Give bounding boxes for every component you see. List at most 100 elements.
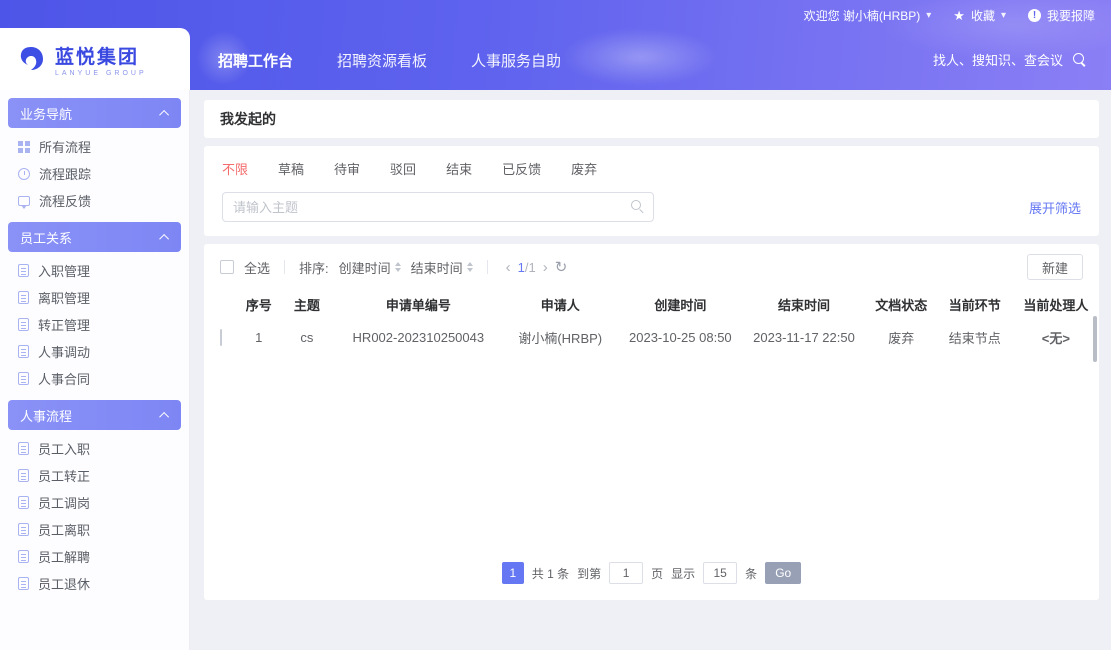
chat-icon: [18, 196, 30, 206]
cell-current-handler: <无>: [1013, 320, 1099, 354]
subject-search-input[interactable]: [222, 192, 654, 222]
nav-tab-hr-self-service[interactable]: 人事服务自助: [469, 46, 563, 75]
col-seq: 序号: [238, 288, 279, 320]
divider: [487, 260, 488, 274]
welcome-text[interactable]: 欢迎您 谢小楠(HRBP): [804, 7, 921, 24]
document-icon: [18, 345, 29, 358]
sidebar-item-all-processes[interactable]: 所有流程: [0, 133, 189, 160]
clock-icon: [18, 168, 30, 180]
nav-tab-recruit-workbench[interactable]: 招聘工作台: [216, 46, 295, 75]
sidebar-item-hr-contract[interactable]: 人事合同: [0, 365, 189, 392]
col-subject: 主题: [279, 288, 335, 320]
sidebar-group-business-nav[interactable]: 业务导航: [8, 98, 181, 128]
logo-title: 蓝悦集团: [55, 42, 147, 69]
page-number-button[interactable]: 1: [502, 562, 524, 584]
pagination: 1 共 1 条 到第 页 显示 条 Go: [204, 562, 1099, 600]
document-icon: [18, 469, 29, 482]
cell-end-time: 2023-11-17 22:50: [742, 320, 866, 354]
scrollbar-thumb[interactable]: [1093, 316, 1097, 362]
sidebar-item-label: 员工转正: [38, 466, 90, 485]
main-content: 我发起的 不限 草稿 待审 驳回 结束 已反馈 废弃 展开筛选 全选 排序: 创: [190, 90, 1111, 650]
sidebar-item-probation-mgmt[interactable]: 转正管理: [0, 311, 189, 338]
report-issue-link[interactable]: 我要报障: [1047, 7, 1095, 24]
sidebar-item-employee-resignation[interactable]: 员工离职: [0, 516, 189, 543]
sidebar-item-hr-transfer[interactable]: 人事调动: [0, 338, 189, 365]
header-user-bar: 欢迎您 谢小楠(HRBP) ▾ ★ 收藏 ▾ ! 我要报障: [804, 7, 1095, 24]
filter-tab-discarded[interactable]: 废弃: [571, 159, 597, 178]
sidebar-item-onboarding-mgmt[interactable]: 入职管理: [0, 257, 189, 284]
col-create-time: 创建时间: [619, 288, 743, 320]
next-page-icon[interactable]: ›: [543, 259, 548, 276]
select-all-label: 全选: [244, 258, 270, 277]
go-button[interactable]: Go: [765, 562, 801, 584]
refresh-icon[interactable]: ↻: [555, 258, 568, 276]
document-icon: [18, 264, 29, 277]
sidebar-item-label: 转正管理: [38, 315, 90, 334]
sidebar-group-employee-relations[interactable]: 员工关系: [8, 222, 181, 252]
search-icon[interactable]: [631, 200, 645, 214]
filter-tab-pending[interactable]: 待审: [334, 159, 360, 178]
page-size-input[interactable]: [703, 562, 737, 584]
list-toolbar: 全选 排序: 创建时间 结束时间 ‹ 1/1 › ↻ 新建: [204, 244, 1099, 288]
filter-tab-feedbacked[interactable]: 已反馈: [502, 159, 541, 178]
logo-icon: [16, 44, 46, 74]
chevron-up-icon: [159, 233, 169, 243]
sidebar-item-process-feedback[interactable]: 流程反馈: [0, 187, 189, 214]
sidebar-item-label: 员工离职: [38, 520, 90, 539]
search-icon[interactable]: [1073, 53, 1087, 67]
cell-current-step: 结束节点: [937, 320, 1013, 354]
sidebar-item-employee-onboarding[interactable]: 员工入职: [0, 435, 189, 462]
filter-tab-unlimited[interactable]: 不限: [222, 159, 248, 178]
chevron-up-icon: [159, 109, 169, 119]
sidebar-group-title: 业务导航: [20, 104, 72, 123]
nav-tab-recruit-dashboard[interactable]: 招聘资源看板: [335, 46, 429, 75]
cell-doc-status: 废弃: [866, 320, 937, 354]
sidebar-item-label: 员工入职: [38, 439, 90, 458]
sidebar-item-process-tracking[interactable]: 流程跟踪: [0, 160, 189, 187]
sidebar-item-employee-probation[interactable]: 员工转正: [0, 462, 189, 489]
filter-card: 不限 草稿 待审 驳回 结束 已反馈 废弃 展开筛选: [204, 146, 1099, 236]
sidebar-item-label: 员工解聘: [38, 547, 90, 566]
sidebar-group-title: 人事流程: [20, 406, 72, 425]
sidebar-item-label: 人事调动: [38, 342, 90, 361]
filter-tab-rejected[interactable]: 驳回: [390, 159, 416, 178]
page-jump-input[interactable]: [609, 562, 643, 584]
global-search[interactable]: 找人、搜知识、查会议: [933, 50, 1087, 69]
expand-filter-link[interactable]: 展开筛选: [1029, 198, 1081, 217]
sidebar-item-employee-dismissal[interactable]: 员工解聘: [0, 543, 189, 570]
col-end-time: 结束时间: [742, 288, 866, 320]
sort-label: 排序:: [299, 258, 329, 277]
logo-subtitle: LANYUE GROUP: [55, 70, 147, 77]
col-applicant: 申请人: [502, 288, 619, 320]
grid-icon: [18, 141, 30, 153]
sidebar-item-resignation-mgmt[interactable]: 离职管理: [0, 284, 189, 311]
favorite-link[interactable]: 收藏: [971, 7, 995, 24]
sort-by-end-time[interactable]: 结束时间: [411, 258, 473, 277]
pagination-page-unit: 页: [651, 565, 663, 582]
chevron-down-icon: ▾: [926, 10, 931, 21]
process-table: 序号 主题 申请单编号 申请人 创建时间 结束时间 文档状态 当前环节 当前处理…: [204, 288, 1099, 354]
sidebar-group-hr-process[interactable]: 人事流程: [8, 400, 181, 430]
table-row[interactable]: 1 cs HR002-202310250043 谢小楠(HRBP) 2023-1…: [204, 320, 1099, 354]
col-current-handler: 当前处理人: [1013, 288, 1099, 320]
col-current-step: 当前环节: [937, 288, 1013, 320]
sidebar-group-title: 员工关系: [20, 228, 72, 247]
sidebar-item-employee-transfer[interactable]: 员工调岗: [0, 489, 189, 516]
table-header-row: 序号 主题 申请单编号 申请人 创建时间 结束时间 文档状态 当前环节 当前处理…: [204, 288, 1099, 320]
current-page: 1: [518, 260, 525, 275]
document-icon: [18, 550, 29, 563]
prev-page-icon[interactable]: ‹: [506, 259, 511, 276]
document-icon: [18, 523, 29, 536]
document-icon: [18, 577, 29, 590]
toolbar-pager: ‹ 1/1 › ↻: [506, 258, 568, 276]
filter-tab-finished[interactable]: 结束: [446, 159, 472, 178]
sidebar-item-label: 员工调岗: [38, 493, 90, 512]
sidebar-item-label: 流程跟踪: [39, 164, 91, 183]
select-all-checkbox[interactable]: [220, 260, 234, 274]
sidebar-item-label: 离职管理: [38, 288, 90, 307]
filter-tab-draft[interactable]: 草稿: [278, 159, 304, 178]
row-checkbox[interactable]: [220, 329, 222, 346]
sidebar-item-employee-retirement[interactable]: 员工退休: [0, 570, 189, 597]
new-button[interactable]: 新建: [1027, 254, 1083, 280]
sort-by-create-time[interactable]: 创建时间: [339, 258, 401, 277]
